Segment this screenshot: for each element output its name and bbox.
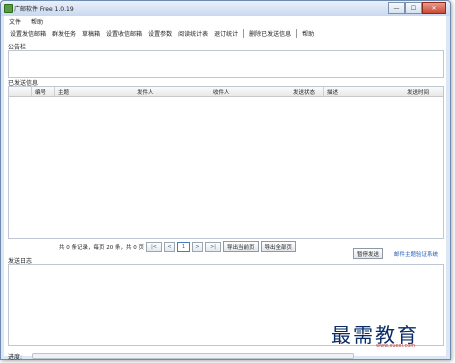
column-description[interactable]: 描述	[327, 88, 338, 96]
toolbar: 设置发信邮箱 群发任务 草稿箱 设置收信邮箱 设置参数 阅读统计表 退订统计 删…	[4, 28, 449, 39]
toolbar-set-receiver[interactable]: 设置收信邮箱	[103, 29, 145, 38]
toolbar-unsubscribe-stats[interactable]: 退订统计	[211, 29, 241, 38]
toolbar-set-sender[interactable]: 设置发信邮箱	[7, 29, 49, 38]
window-title: 广邮软件 Free 1.0.19	[14, 6, 74, 13]
prev-page-button[interactable]: <	[164, 241, 175, 252]
maximize-button[interactable]: ☐	[405, 2, 422, 14]
toolbar-settings[interactable]: 设置参数	[145, 29, 175, 38]
pager-summary: 共 0 条记录，每页 20 条，共 0 页	[59, 244, 144, 251]
pause-send-button[interactable]: 暂停发送	[353, 248, 384, 259]
column-subject[interactable]: 主题	[58, 88, 69, 96]
column-sender[interactable]: 发件人	[137, 88, 154, 96]
table-header: 编号 主题 发件人 收件人 发送状态 描述 发送时间	[9, 87, 443, 97]
export-current-button[interactable]: 导出当前页	[223, 241, 259, 252]
window-controls: — ☐ ✕	[388, 2, 446, 14]
close-button[interactable]: ✕	[422, 2, 446, 14]
column-divider	[31, 87, 32, 96]
first-page-button[interactable]: |<	[146, 241, 162, 252]
sent-table[interactable]: 编号 主题 发件人 收件人 发送状态 描述 发送时间	[8, 86, 444, 239]
menu-bar: 文件 帮助	[4, 16, 451, 27]
toolbar-separator	[243, 29, 245, 38]
pager: 共 0 条记录，每页 20 条，共 0 页 |< < 1 > >| 导出当前页 …	[59, 241, 297, 252]
client-area: 文件 帮助 设置发信邮箱 群发任务 草稿箱 设置收信邮箱 设置参数 阅读统计表 …	[4, 16, 449, 361]
column-recipient[interactable]: 收件人	[213, 88, 230, 96]
progress-bar	[32, 353, 354, 359]
verify-system-link[interactable]: 邮件主题验证系统	[394, 250, 438, 258]
app-icon	[4, 4, 13, 13]
column-id[interactable]: 编号	[35, 88, 46, 96]
next-page-button[interactable]: >	[192, 241, 203, 252]
toolbar-help[interactable]: 帮助	[299, 29, 317, 38]
notice-panel	[8, 50, 444, 78]
progress-label: 进度:	[8, 354, 23, 361]
watermark-url: www.xuexi.com	[376, 343, 416, 349]
page-number-input[interactable]: 1	[177, 241, 190, 252]
column-divider	[54, 87, 55, 96]
toolbar-bulk-task[interactable]: 群发任务	[49, 29, 79, 38]
menu-help[interactable]: 帮助	[31, 17, 43, 26]
toolbar-drafts[interactable]: 草稿箱	[79, 29, 103, 38]
column-status[interactable]: 发送状态	[293, 88, 315, 96]
app-window: 广邮软件 Free 1.0.19 — ☐ ✕ 文件 帮助 设置发信邮箱 群发任务…	[0, 0, 451, 361]
column-divider	[323, 87, 324, 96]
minimize-button[interactable]: —	[388, 2, 405, 14]
export-all-button[interactable]: 导出全部页	[260, 241, 297, 252]
menu-file[interactable]: 文件	[9, 17, 21, 26]
title-bar[interactable]: 广邮软件 Free 1.0.19 — ☐ ✕	[1, 1, 450, 16]
last-page-button[interactable]: >|	[205, 241, 221, 252]
toolbar-delete-sent[interactable]: 删除已发送信息	[246, 29, 294, 38]
toolbar-separator	[296, 29, 298, 38]
column-time[interactable]: 发送时间	[407, 88, 429, 96]
toolbar-read-stats[interactable]: 阅读统计表	[175, 29, 211, 38]
